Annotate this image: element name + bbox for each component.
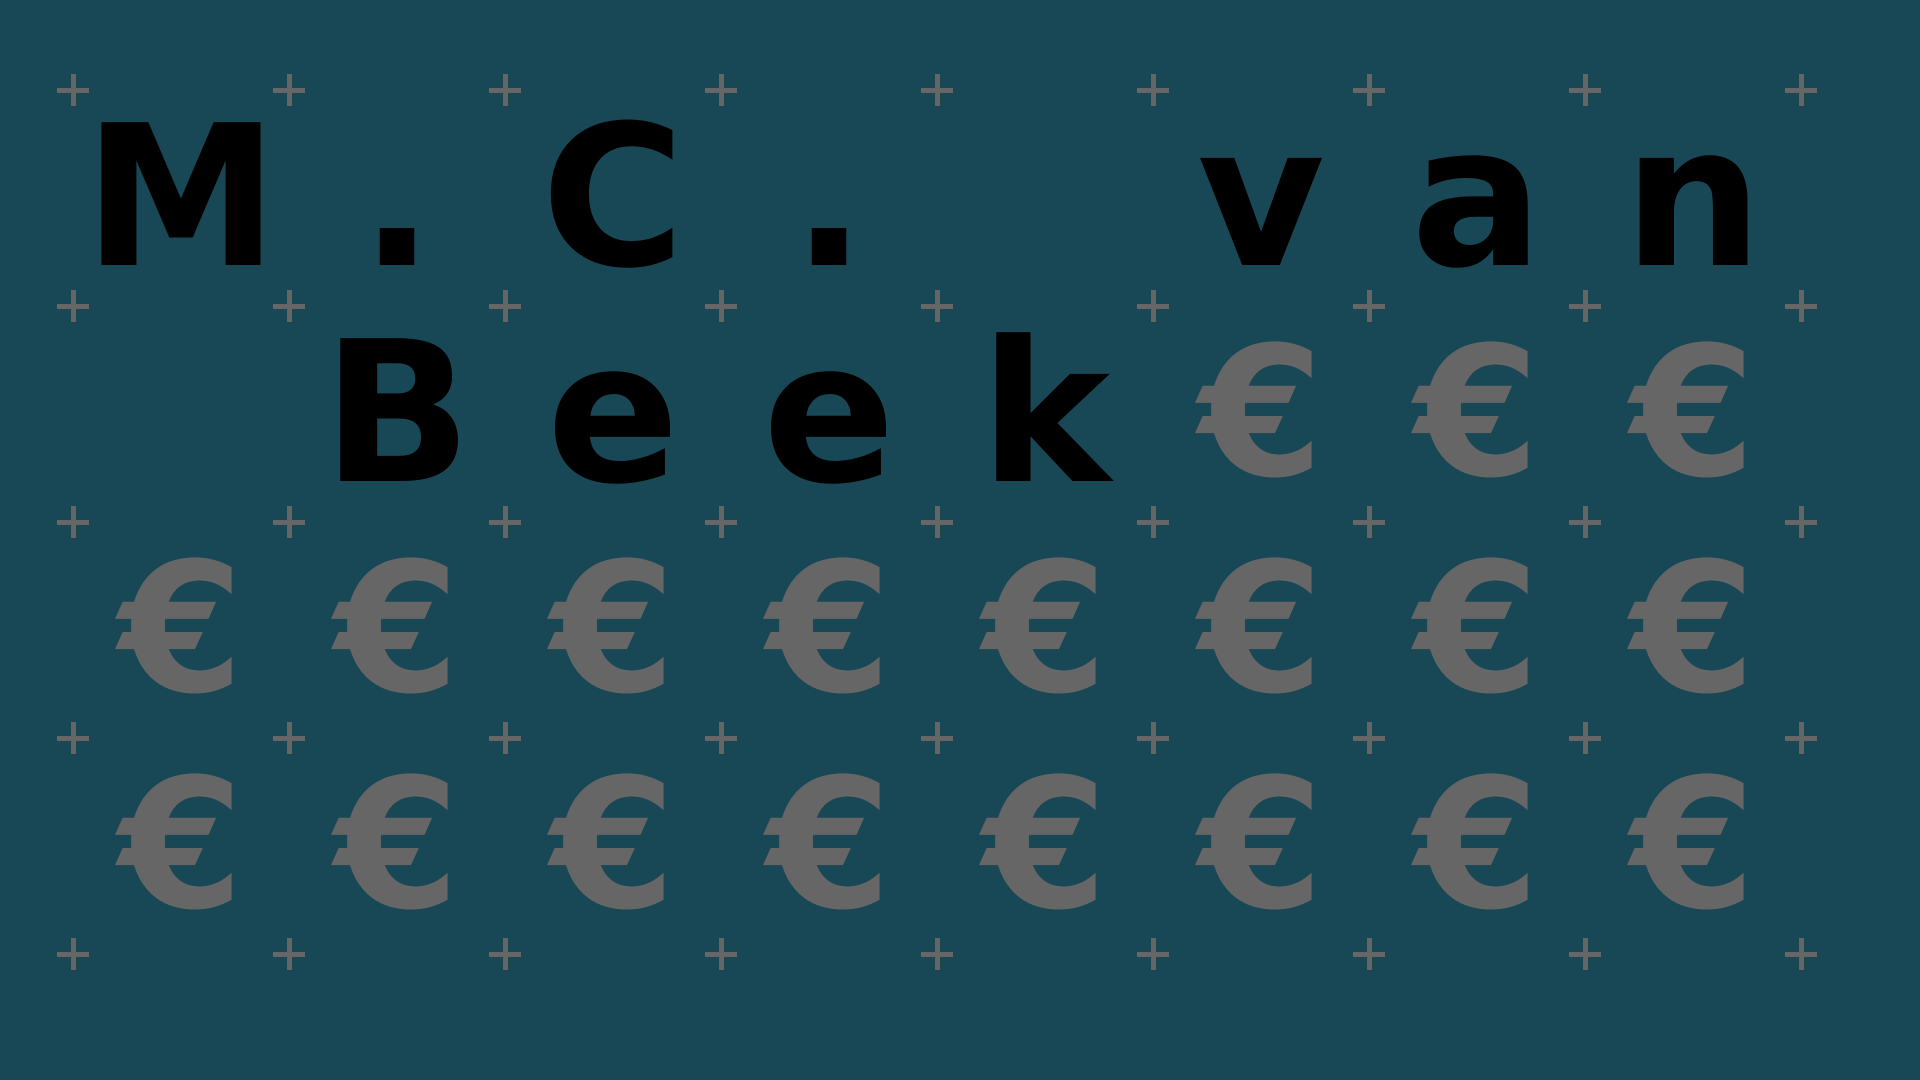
name-letter: . (791, 84, 867, 312)
name-letter: e (546, 300, 680, 528)
tile-grid: M. C. v a n Be e k € € € € € € € € € € € € € € € € € € € (0, 0, 1920, 1080)
euro-symbol: € (334, 741, 460, 950)
euro-symbol: € (1414, 309, 1540, 518)
euro-symbol: € (1414, 741, 1540, 950)
name-letter: M (83, 84, 279, 312)
euro-symbol: € (1630, 525, 1756, 734)
euro-symbol: € (1198, 525, 1324, 734)
name-letter: a (1410, 84, 1544, 312)
euro-symbol: € (118, 741, 244, 950)
name-letter: v (1197, 84, 1325, 312)
empty-cell (937, 90, 1153, 306)
euro-symbol: € (1630, 741, 1756, 950)
euro-symbol: € (1198, 741, 1324, 950)
euro-symbol: € (334, 525, 460, 734)
name-letter: . (359, 84, 435, 312)
empty-cell (73, 306, 289, 522)
euro-symbol: € (982, 741, 1108, 950)
euro-symbol: € (1198, 309, 1324, 518)
euro-symbol: € (766, 741, 892, 950)
euro-symbol: € (550, 741, 676, 950)
name-letter: e (762, 300, 896, 528)
euro-symbol: € (550, 525, 676, 734)
euro-symbol: € (766, 525, 892, 734)
name-letter: n (1623, 84, 1763, 312)
euro-symbol: € (1630, 309, 1756, 518)
euro-symbol: € (118, 525, 244, 734)
euro-symbol: € (1414, 525, 1540, 734)
euro-symbol: € (982, 525, 1108, 734)
name-letter: C (541, 84, 685, 312)
name-letter: k (979, 300, 1111, 528)
name-letter: B (322, 300, 472, 528)
